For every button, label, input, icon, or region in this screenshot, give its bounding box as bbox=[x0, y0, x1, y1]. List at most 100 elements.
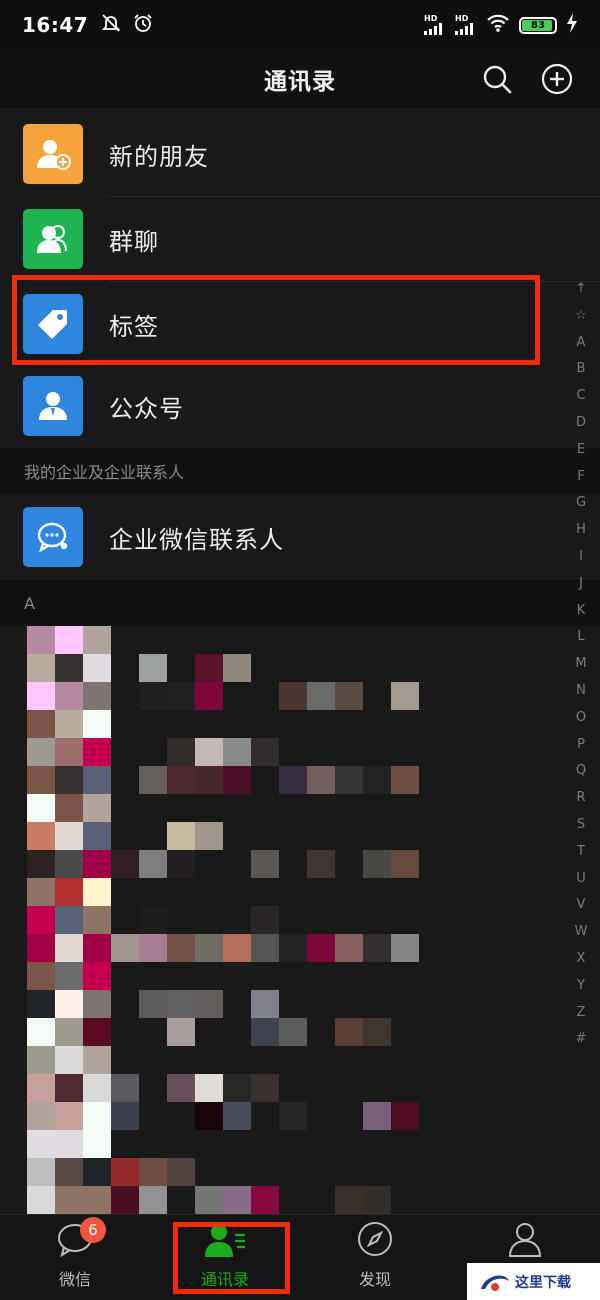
index-letter[interactable]: ☆ bbox=[575, 303, 587, 330]
mosaic-tile bbox=[195, 1074, 223, 1102]
tab-contacts[interactable]: 通讯录 bbox=[150, 1215, 300, 1300]
mosaic-tile bbox=[363, 766, 391, 794]
wifi-icon bbox=[486, 13, 510, 37]
index-letter[interactable]: # bbox=[576, 1026, 587, 1053]
index-letter[interactable]: A bbox=[577, 330, 586, 357]
index-letter[interactable]: G bbox=[576, 490, 586, 517]
top-nav-bar: 通讯录 bbox=[0, 50, 600, 108]
index-letter[interactable]: Y bbox=[577, 973, 585, 1000]
index-letter[interactable]: X bbox=[577, 946, 586, 973]
mosaic-tile bbox=[55, 878, 83, 906]
mosaic-tile bbox=[83, 1130, 111, 1158]
tab-discover[interactable]: 发现 bbox=[300, 1215, 450, 1300]
index-letter[interactable]: H bbox=[576, 517, 586, 544]
official-accounts-item[interactable]: 公众号 bbox=[0, 364, 600, 448]
index-letter[interactable]: C bbox=[576, 383, 585, 410]
mosaic-tile bbox=[307, 934, 335, 962]
mosaic-tile bbox=[83, 1102, 111, 1130]
mute-notifications-icon bbox=[100, 12, 122, 38]
contacts-letter-header: A bbox=[0, 580, 600, 626]
mosaic-tile bbox=[139, 766, 167, 794]
new-friends-label: 新的朋友 bbox=[109, 142, 209, 171]
index-letter[interactable]: R bbox=[576, 785, 585, 812]
tags-item[interactable]: 标签 bbox=[0, 282, 600, 366]
mosaic-tile bbox=[223, 1074, 251, 1102]
mosaic-tile bbox=[111, 1186, 139, 1214]
mosaic-tile bbox=[27, 710, 55, 738]
index-letter[interactable]: B bbox=[577, 356, 586, 383]
tab-chats[interactable]: 6 微信 bbox=[0, 1215, 150, 1300]
index-letter[interactable]: F bbox=[577, 464, 584, 491]
status-bar: 16:47 HD HD 83 bbox=[0, 0, 600, 50]
contact-list-obscured bbox=[0, 626, 560, 1216]
index-letter[interactable]: E bbox=[577, 437, 585, 464]
index-letter[interactable]: D bbox=[576, 410, 586, 437]
index-letter[interactable]: N bbox=[576, 678, 586, 705]
mosaic-tile bbox=[195, 654, 223, 682]
mosaic-tile bbox=[363, 1186, 391, 1214]
enterprise-contacts-item[interactable]: 企业微信联系人 bbox=[0, 495, 600, 579]
watermark-text: 这里下载 bbox=[515, 1274, 571, 1291]
index-letter[interactable]: W bbox=[575, 919, 588, 946]
index-letter[interactable]: V bbox=[577, 892, 586, 919]
mosaic-tile bbox=[27, 1158, 55, 1186]
index-letter[interactable]: J bbox=[579, 571, 583, 598]
signal-1-icon: HD bbox=[424, 15, 446, 35]
mosaic-tile bbox=[55, 1018, 83, 1046]
mosaic-tile bbox=[195, 990, 223, 1018]
mosaic-tile bbox=[83, 1158, 111, 1186]
mosaic-tile bbox=[83, 1046, 111, 1074]
mosaic-tile bbox=[167, 1018, 195, 1046]
mosaic-tile bbox=[335, 1186, 363, 1214]
index-letter[interactable]: M bbox=[575, 651, 586, 678]
mosaic-tile bbox=[55, 654, 83, 682]
index-letter[interactable]: O bbox=[576, 705, 586, 732]
mosaic-tile bbox=[223, 654, 251, 682]
mosaic-tile bbox=[391, 682, 419, 710]
index-letter[interactable]: K bbox=[577, 598, 586, 625]
index-letter[interactable]: T bbox=[577, 839, 585, 866]
mosaic-tile bbox=[27, 1186, 55, 1214]
mosaic-tile bbox=[55, 1186, 83, 1214]
add-icon[interactable] bbox=[538, 60, 576, 98]
mosaic-tile bbox=[55, 682, 83, 710]
mosaic-tile bbox=[55, 822, 83, 850]
index-letter[interactable]: I bbox=[579, 544, 583, 571]
charging-icon bbox=[566, 13, 578, 37]
enterprise-contacts-label: 企业微信联系人 bbox=[109, 525, 284, 554]
index-letter[interactable]: L bbox=[577, 624, 584, 651]
mosaic-tile bbox=[167, 934, 195, 962]
index-letter[interactable]: Q bbox=[576, 758, 586, 785]
mosaic-tile bbox=[27, 682, 55, 710]
mosaic-tile bbox=[83, 1018, 111, 1046]
mosaic-tile bbox=[139, 654, 167, 682]
mosaic-tile bbox=[55, 626, 83, 654]
mosaic-tile bbox=[391, 850, 419, 878]
search-icon[interactable] bbox=[478, 60, 516, 98]
mosaic-tile bbox=[55, 1102, 83, 1130]
index-letter[interactable]: Z bbox=[577, 1000, 586, 1027]
mosaic-tile bbox=[307, 766, 335, 794]
mosaic-tile bbox=[83, 626, 111, 654]
mosaic-tile bbox=[363, 1102, 391, 1130]
alphabet-index[interactable]: ↑ ☆ A B C D E F G H I J K L M N O P Q R S T U V W X Y Z # bbox=[570, 276, 592, 1053]
mosaic-tile bbox=[139, 990, 167, 1018]
index-letter[interactable]: ↑ bbox=[576, 276, 587, 303]
mosaic-tile bbox=[83, 822, 111, 850]
mosaic-tile bbox=[195, 822, 223, 850]
new-friends-item[interactable]: 新的朋友 bbox=[0, 112, 600, 196]
group-chats-item[interactable]: 群聊 bbox=[0, 197, 600, 281]
mosaic-tile bbox=[27, 850, 55, 878]
mosaic-tile bbox=[55, 794, 83, 822]
mosaic-tile bbox=[55, 1130, 83, 1158]
index-letter[interactable]: P bbox=[577, 732, 585, 759]
index-letter[interactable]: S bbox=[577, 812, 585, 839]
official-account-icon bbox=[23, 376, 83, 436]
mosaic-tile bbox=[83, 1186, 111, 1214]
mosaic-tile bbox=[83, 934, 111, 962]
mosaic-tile bbox=[391, 1102, 419, 1130]
mosaic-tile bbox=[27, 1046, 55, 1074]
index-letter[interactable]: U bbox=[576, 866, 586, 893]
group-chat-icon bbox=[23, 209, 83, 269]
tag-icon bbox=[23, 294, 83, 354]
